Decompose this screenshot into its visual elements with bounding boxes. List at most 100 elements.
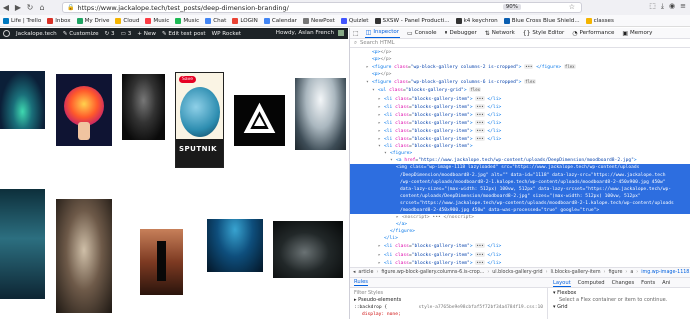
- tab-ani[interactable]: Ani: [662, 280, 670, 286]
- zoom-level[interactable]: 90%: [502, 4, 521, 10]
- bookmark-item[interactable]: SXSW - Panel Producti...: [374, 17, 450, 24]
- flexbox-header[interactable]: ▾ Flexbox: [553, 290, 686, 297]
- bookmark-item[interactable]: My Drive: [76, 17, 109, 24]
- comments-link[interactable]: ▭ 3: [121, 31, 132, 37]
- tab-changes[interactable]: Changes: [612, 280, 635, 286]
- gallery-image-deep-sea-fish[interactable]: [273, 221, 343, 278]
- home-icon[interactable]: ⌂: [36, 2, 48, 14]
- edit-post-link[interactable]: ✎ Edit test post: [162, 31, 206, 37]
- url-bar[interactable]: 🔒 https://www.jackalope.tech/test_posts/…: [62, 2, 582, 13]
- devtools-tab-debugger[interactable]: ⏸ Debugger: [444, 28, 478, 38]
- avatar[interactable]: [338, 30, 344, 36]
- account-icon[interactable]: ◉: [669, 2, 675, 11]
- tab-fonts[interactable]: Fonts: [641, 280, 655, 286]
- bookmark-item[interactable]: classes: [585, 17, 614, 24]
- pinterest-save-button[interactable]: Save: [179, 76, 197, 83]
- breadcrumb-item[interactable]: figure.wp-block-gallery.columns-6.is-cro…: [381, 270, 484, 275]
- bookmark-item[interactable]: LOGIN: [232, 17, 258, 24]
- forward-icon[interactable]: ▶: [12, 2, 24, 14]
- filter-styles-input[interactable]: Filter Styles: [354, 290, 543, 297]
- wp-rocket-link[interactable]: WP Rocket: [212, 31, 242, 37]
- markup-node[interactable]: </a>: [350, 221, 690, 228]
- bookmark-item[interactable]: k4 keychron: [455, 17, 498, 24]
- tab-computed[interactable]: Computed: [578, 280, 605, 286]
- bookmark-item[interactable]: Cloud: [115, 17, 139, 24]
- bookmark-item[interactable]: Quizlet: [340, 17, 369, 24]
- devtools-tab-inspector[interactable]: ◫ Inspector: [364, 28, 400, 38]
- gallery-image-ocean-light[interactable]: [0, 189, 45, 299]
- bookmark-item[interactable]: NewPost: [302, 17, 335, 24]
- html-search-input[interactable]: ⌕ Search HTML: [350, 39, 690, 48]
- rule-source-link[interactable]: style-a7765be9e98cbfaf5f72bf34a4784f19.c…: [419, 304, 543, 311]
- gallery-image-storm-cloud[interactable]: [295, 78, 346, 150]
- devtools-tab-network[interactable]: ⇅ Network: [484, 28, 516, 38]
- breadcrumb-item[interactable]: figure: [608, 270, 622, 275]
- markup-node[interactable]: ▾ <figure>: [350, 150, 690, 157]
- markup-node[interactable]: ▸ <figure class="wp-block-gallery columns…: [350, 63, 690, 71]
- element-picker-icon[interactable]: ⬚: [353, 30, 359, 37]
- gallery-image-figure-dark[interactable]: [122, 74, 165, 140]
- markup-node[interactable]: ▸ <li class="blocks-gallery-item"> ••• </…: [350, 119, 690, 127]
- markup-node[interactable]: ▸ <li class="blocks-gallery-item"> ••• </…: [350, 135, 690, 143]
- devtools-tab-console[interactable]: ▭ Console: [406, 28, 438, 38]
- css-declaration[interactable]: display: none;: [354, 311, 543, 318]
- gallery-image-aurora[interactable]: [0, 71, 45, 129]
- markup-node[interactable]: ▾ <a href="https://www.jackalope.tech/wp-…: [350, 157, 690, 164]
- new-link[interactable]: + New: [137, 31, 156, 37]
- extensions-icon[interactable]: ⬚: [649, 2, 656, 11]
- pseudo-elements-toggle[interactable]: ▸ Pseudo-elements: [354, 297, 543, 304]
- breadcrumb-scroll-left-icon[interactable]: ◂: [353, 270, 355, 275]
- markup-node[interactable]: ▸ <li class="blocks-gallery-item"> ••• </…: [350, 251, 690, 259]
- breadcrumb-item[interactable]: img.wp-image-1118.lazyloaded: [641, 270, 690, 275]
- wordpress-logo-icon[interactable]: [3, 30, 10, 37]
- breadcrumb-item[interactable]: a: [630, 270, 633, 275]
- grid-header[interactable]: ▾ Grid: [553, 304, 686, 311]
- markup-node[interactable]: ▸ <li class="blocks-gallery-item"> ••• </…: [350, 242, 690, 250]
- gallery-image-astronaut[interactable]: [56, 199, 112, 313]
- markup-node[interactable]: </li>: [350, 235, 690, 242]
- updates-link[interactable]: ↻ 3: [105, 31, 115, 37]
- gallery-image-underwater-diver[interactable]: [207, 219, 263, 272]
- markup-node[interactable]: <p></p>: [350, 56, 690, 63]
- breadcrumb-item[interactable]: article: [358, 270, 373, 275]
- markup-node[interactable]: ▾ <ul class="blocks-gallery-grid"> flex: [350, 86, 690, 94]
- markup-node[interactable]: ▸ <li class="blocks-gallery-item"> ••• </…: [350, 95, 690, 103]
- markup-node[interactable]: <p></p>: [350, 71, 690, 78]
- breadcrumb-item[interactable]: li.blocks-gallery-item: [551, 270, 601, 275]
- markup-node[interactable]: ▸ <li class="blocks-gallery-item"> ••• </…: [350, 127, 690, 135]
- downloads-icon[interactable]: ⤓: [661, 2, 664, 11]
- devtools-tab-style-editor[interactable]: {} Style Editor: [522, 28, 565, 38]
- markup-node[interactable]: <p></p>: [350, 49, 690, 56]
- bookmark-item[interactable]: Music: [145, 17, 169, 24]
- devtools-tab-memory[interactable]: ▣ Memory: [621, 28, 653, 38]
- bookmark-item[interactable]: Chat: [205, 17, 226, 24]
- markup-node[interactable]: ▸ <li class="blocks-gallery-item"> ••• </…: [350, 259, 690, 267]
- devtools-tab-performance[interactable]: ◔ Performance: [571, 28, 615, 38]
- markup-node[interactable]: ▸ <li class="blocks-gallery-item"> ••• </…: [350, 111, 690, 119]
- user-greeting[interactable]: Howdy, Aslan French: [276, 30, 334, 36]
- markup-node[interactable]: ▾ <figure class="wp-block-gallery columns…: [350, 78, 690, 86]
- tab-layout[interactable]: Layout: [553, 280, 571, 287]
- customize-link[interactable]: ✎ Customize: [63, 31, 99, 37]
- markup-node[interactable]: </figure>: [350, 228, 690, 235]
- tab-rules[interactable]: Rules: [354, 279, 368, 286]
- breadcrumb-item[interactable]: ul.blocks-gallery-grid: [492, 270, 542, 275]
- markup-node[interactable]: ▾ <li class="blocks-gallery-item">: [350, 143, 690, 150]
- menu-icon[interactable]: ≡: [680, 2, 686, 11]
- bookmark-item[interactable]: Music: [175, 17, 199, 24]
- gallery-image-triangle-logo[interactable]: [234, 95, 285, 146]
- gallery-image-mushroom-planet[interactable]: [56, 74, 112, 146]
- bookmark-item[interactable]: Blue Cross Blue Shield...: [503, 17, 580, 24]
- back-icon[interactable]: ◀: [0, 2, 12, 14]
- markup-node[interactable]: ▸ <noscript> ••• </noscript>: [350, 214, 690, 221]
- gallery-image-monolith[interactable]: [140, 229, 183, 295]
- bookmark-item[interactable]: Inbox: [47, 17, 71, 24]
- bookmark-item[interactable]: Calendar: [263, 17, 297, 24]
- bookmark-star-icon[interactable]: ☆: [569, 3, 575, 11]
- markup-view[interactable]: <p></p> <p></p> ▸ <figure class="wp-block-g…: [350, 49, 690, 267]
- site-name-link[interactable]: Jackalope.tech: [16, 31, 57, 37]
- reload-icon[interactable]: ↻: [24, 2, 36, 14]
- gallery-image-sputnik[interactable]: SPUTNIK Save: [175, 72, 224, 168]
- bookmark-item[interactable]: Life | Trello: [3, 17, 41, 24]
- selected-img-node[interactable]: <img class="wp-image-1118 lazyloaded" sr…: [350, 164, 690, 215]
